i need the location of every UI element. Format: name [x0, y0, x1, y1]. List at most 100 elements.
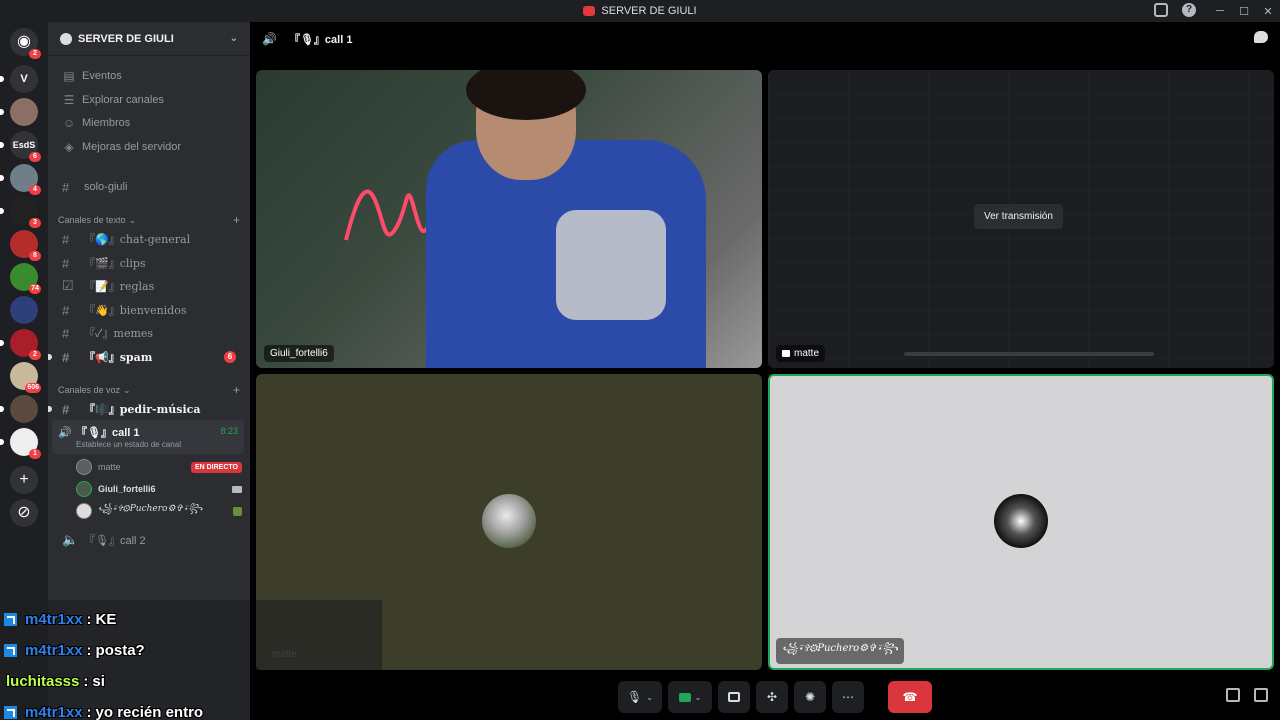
inbox-icon[interactable]	[1154, 3, 1168, 17]
hash-icon: #	[62, 349, 70, 365]
server-icon[interactable]: 8	[10, 230, 41, 261]
chat-text: si	[92, 673, 105, 690]
call-controls: 🎙 ⌄ ⌄ ✣ ✺ ⋯ ☎	[618, 680, 932, 714]
video-tile-matte-stream[interactable]: Ver transmisión matte	[768, 70, 1274, 368]
server-unread-pip	[0, 208, 4, 214]
activity-icon	[233, 506, 242, 516]
camera-button[interactable]: ⌄	[668, 681, 712, 713]
server-icon[interactable]: 2	[0, 329, 41, 360]
server-icon[interactable]	[10, 296, 38, 324]
explore-servers-button[interactable]: ⊘	[10, 499, 38, 527]
help-icon[interactable]: ?	[1182, 3, 1196, 17]
category-voice-channels[interactable]: Canales de voz ⌄ +	[58, 383, 240, 397]
voice-channel-status[interactable]: Establece un estado de canal	[76, 440, 181, 449]
avatar	[76, 459, 92, 475]
microphone-button[interactable]: 🎙 ⌄	[618, 681, 662, 713]
home-button[interactable]: ◉ 2	[10, 28, 41, 59]
server-unread-pip	[0, 76, 4, 82]
channel-solo-giuli[interactable]: # solo-giuli	[56, 176, 242, 198]
server-badge: 74	[29, 284, 41, 294]
video-tile-giuli[interactable]: Giuli_fortelli6	[256, 70, 762, 368]
server-icon[interactable]: EsdS 6	[0, 131, 41, 162]
channel-chat-general[interactable]: # 『🌎』chat-general	[56, 228, 242, 250]
voice-channel-call-1[interactable]: 🔊 『🎙』call 1 Establece un estado de canal…	[52, 420, 244, 454]
add-channel-icon[interactable]: +	[233, 383, 240, 397]
chat-text: yo recién entro	[95, 704, 204, 720]
minimize-button[interactable]: ─	[1208, 5, 1232, 17]
server-icon[interactable]: 1	[0, 428, 41, 459]
category-text-channels[interactable]: Canales de texto ⌄ +	[58, 213, 240, 227]
chevron-down-icon[interactable]: ⌄	[646, 693, 653, 702]
sidebar-item-label: Mejoras del servidor	[82, 141, 182, 153]
server-badge: 4	[29, 185, 41, 195]
maximize-button[interactable]: ☐	[1232, 5, 1256, 18]
members-icon: ☺	[62, 116, 76, 130]
fullscreen-icon[interactable]	[1254, 688, 1268, 702]
chevron-down-icon: ⌄	[123, 384, 131, 395]
hash-icon: #	[62, 179, 70, 195]
boost-icon: ◈	[64, 140, 74, 154]
voice-call-main: 🔊 『🎙』call 1 Giuli_fortelli6 Ver transmis…	[250, 22, 1280, 720]
server-label: EsdS	[12, 140, 36, 150]
popout-icon[interactable]	[1226, 688, 1240, 702]
add-channel-icon[interactable]: +	[233, 213, 240, 227]
guild-name: SERVER DE GIULI	[78, 32, 174, 45]
stream-chat-overlay: m4tr1xx : KE m4tr1xx : posta? luchitasss…	[0, 604, 260, 720]
channel-spam[interactable]: # 『📢』spam 6	[48, 346, 242, 368]
channel-pedir-musica[interactable]: # 『🎼』pedir-música	[48, 398, 242, 420]
soundboard-icon: ✺	[804, 690, 816, 704]
chat-username: m4tr1xx	[25, 704, 83, 720]
voice-user-puchero[interactable]: ꧁⍣✞⚙Puchero⚙✞⍣꧂	[76, 501, 242, 521]
server-badge: 6	[29, 152, 41, 162]
sidebar-item-events[interactable]: ▤ Eventos	[56, 65, 242, 87]
add-server-button[interactable]: +	[10, 466, 38, 494]
watch-stream-button[interactable]: Ver transmisión	[974, 204, 1063, 229]
server-unread-pip	[0, 142, 4, 148]
sidebar-item-label: Miembros	[82, 117, 131, 129]
soundboard-button[interactable]: ✺	[794, 681, 826, 713]
server-icon[interactable]: V	[0, 65, 38, 93]
voice-channel-name: 『🎙』call 1	[76, 427, 140, 439]
channel-memes[interactable]: # 『✓』memes	[56, 322, 242, 344]
screen-share-button[interactable]	[718, 681, 750, 713]
voice-user-giuli[interactable]: Giuli_fortelli6	[76, 479, 242, 499]
channel-name: 『🎬』clips	[84, 257, 146, 270]
calendar-icon: ▤	[63, 69, 75, 83]
server-icon[interactable]: 74	[10, 263, 41, 294]
more-button[interactable]: ⋯	[832, 681, 864, 713]
server-icon[interactable]	[0, 98, 38, 126]
server-icon[interactable]	[0, 395, 38, 423]
close-button[interactable]: ✕	[1256, 5, 1280, 18]
voice-user-name: matte	[98, 462, 121, 472]
avatar	[482, 494, 536, 548]
sidebar-item-server-boost[interactable]: ◈ Mejoras del servidor	[56, 136, 242, 158]
sidebar-item-members[interactable]: ☺ Miembros	[56, 112, 242, 134]
voice-user-name: Giuli_fortelli6	[98, 484, 156, 494]
channel-name: 『🎙』call 2	[84, 535, 146, 547]
category-label: Canales de texto	[58, 215, 126, 225]
voice-user-name: ꧁⍣✞⚙Puchero⚙✞⍣꧂	[98, 504, 203, 514]
voice-channel-call-2[interactable]: 🔈 『🎙』call 2	[56, 529, 242, 551]
guild-header[interactable]: SERVER DE GIULI ⌄	[48, 22, 250, 56]
participant-name: matte	[794, 348, 820, 359]
title-bar: SERVER DE GIULI ? ─ ☐ ✕	[0, 0, 1280, 22]
chevron-down-icon[interactable]: ⌄	[695, 693, 702, 702]
channel-bienvenidos[interactable]: # 『👋』bienvenidos	[56, 299, 242, 321]
channel-reglas[interactable]: ☑ 『📝』reglas	[56, 275, 242, 297]
unread-indicator	[48, 354, 52, 360]
chat-icon[interactable]	[1254, 31, 1268, 43]
speaker-icon: 🔊	[262, 32, 277, 46]
speaker-icon: 🔈	[62, 532, 79, 547]
server-icon[interactable]: 4	[0, 164, 41, 195]
channel-clips[interactable]: # 『🎬』clips	[56, 252, 242, 274]
activities-button[interactable]: ✣	[756, 681, 788, 713]
chevron-down-icon: ⌄	[128, 214, 137, 225]
disconnect-button[interactable]: ☎	[888, 681, 932, 713]
server-icon[interactable]: 3	[0, 197, 41, 228]
voice-user-matte[interactable]: matte EN DIRECTO	[76, 457, 242, 477]
sidebar-item-browse-channels[interactable]: ☰ Explorar canales	[56, 89, 242, 111]
chat-text: posta?	[95, 642, 145, 659]
avatar	[76, 503, 92, 519]
video-tile-puchero[interactable]: ꧁⍣✞⚙Puchero⚙✞⍣꧂	[768, 374, 1274, 670]
server-icon[interactable]: 606	[10, 362, 41, 393]
